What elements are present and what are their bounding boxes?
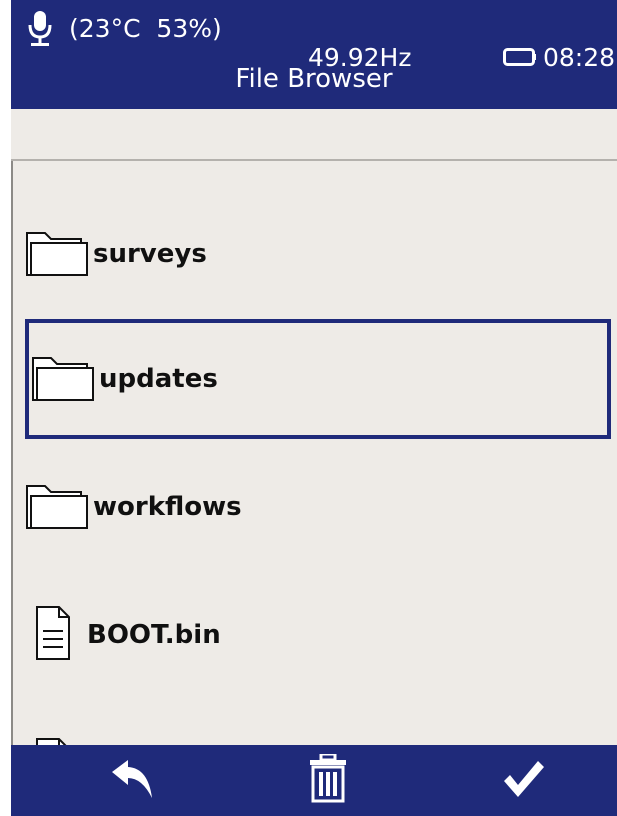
folder-icon [25, 480, 91, 534]
folder-icon [31, 352, 97, 406]
microphone-icon [27, 11, 53, 51]
header-bar: (23°C 53%) 49.92Hz 08:28 File Browser [11, 0, 617, 109]
temperature-humidity: (23°C 53%) [69, 14, 222, 43]
list-item-partial[interactable] [25, 707, 611, 745]
page-title: File Browser [235, 64, 393, 94]
status-bar: (23°C 53%) 49.92Hz 08:28 [11, 8, 617, 72]
list-item-updates[interactable]: updates [25, 319, 611, 439]
file-icon [35, 605, 71, 665]
back-arrow-icon [108, 758, 156, 804]
list-item-boot-bin[interactable]: BOOT.bin [25, 575, 611, 695]
confirm-button[interactable] [469, 745, 579, 816]
delete-button[interactable] [273, 745, 383, 816]
checkmark-icon [502, 759, 546, 803]
list-item-surveys[interactable]: surveys [25, 194, 611, 314]
bottom-toolbar [11, 745, 617, 816]
list-item-workflows[interactable]: workflows [25, 447, 611, 567]
file-list[interactable]: surveys updates workflows BOOT.bin [11, 161, 617, 745]
back-button[interactable] [77, 745, 187, 816]
file-name: surveys [93, 239, 207, 269]
file-name: updates [99, 364, 218, 394]
device-screen: (23°C 53%) 49.92Hz 08:28 File Browser su… [11, 0, 617, 816]
path-bar [11, 109, 617, 161]
file-name: BOOT.bin [87, 620, 221, 650]
trash-icon [309, 752, 347, 808]
folder-icon [25, 227, 91, 281]
file-icon [35, 737, 71, 745]
file-name: workflows [93, 492, 242, 522]
